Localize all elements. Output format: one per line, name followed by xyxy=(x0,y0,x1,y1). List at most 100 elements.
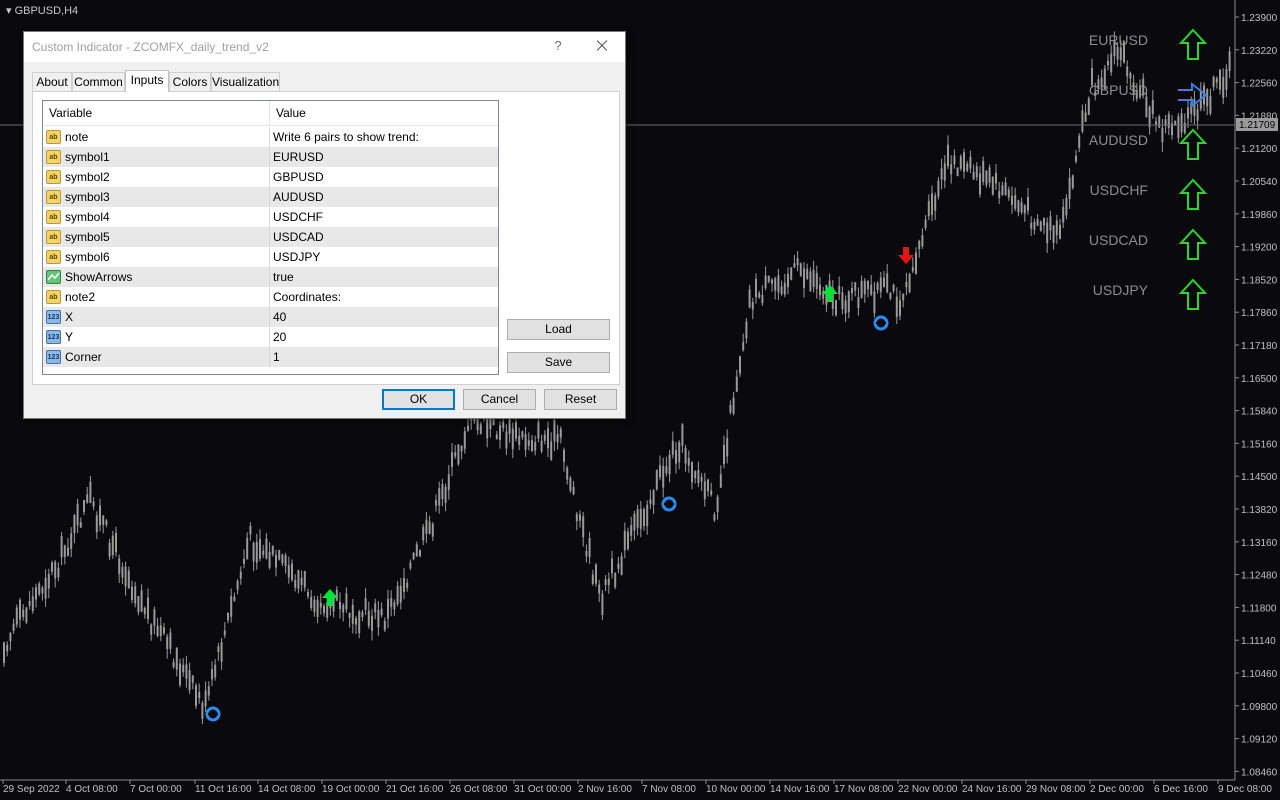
input-row-showarrows[interactable]: ShowArrows true xyxy=(43,267,498,287)
close-button[interactable] xyxy=(590,36,614,56)
input-value[interactable]: USDCAD xyxy=(273,227,324,247)
input-row-symbol4[interactable]: ab symbol4 USDCHF xyxy=(43,207,498,227)
tab-visualization[interactable]: Visualization xyxy=(211,72,280,92)
price-tick-label: 1.15160 xyxy=(1241,439,1278,450)
time-tick-label: 7 Nov 08:00 xyxy=(642,784,696,795)
price-tick-label: 1.11140 xyxy=(1241,636,1276,647)
input-variable-name: symbol6 xyxy=(65,250,110,264)
input-value[interactable]: Write 6 pairs to show trend: xyxy=(273,127,419,147)
load-button[interactable]: Load xyxy=(507,319,610,340)
input-value[interactable]: USDJPY xyxy=(273,247,320,267)
input-value[interactable]: EURUSD xyxy=(273,147,324,167)
time-tick-label: 14 Oct 08:00 xyxy=(258,784,316,795)
input-value[interactable]: Coordinates: xyxy=(273,287,341,307)
time-tick-label: 11 Oct 16:00 xyxy=(195,784,252,795)
dialog-titlebar[interactable]: Custom Indicator - ZCOMFX_daily_trend_v2… xyxy=(24,32,625,62)
trend-pair-label: USDCHF xyxy=(1089,182,1148,198)
input-variable-name: symbol1 xyxy=(65,150,110,164)
number-type-icon: 123 xyxy=(46,350,61,364)
reset-button[interactable]: Reset xyxy=(544,389,617,410)
input-row-symbol5[interactable]: ab symbol5 USDCAD xyxy=(43,227,498,247)
price-tick-label: 1.11800 xyxy=(1241,603,1277,614)
price-tick-label: 1.23220 xyxy=(1241,46,1278,57)
save-button[interactable]: Save xyxy=(507,352,610,373)
input-row-y[interactable]: 123 Y 20 xyxy=(43,327,498,347)
string-type-icon: ab xyxy=(46,210,61,224)
input-value[interactable]: 40 xyxy=(273,307,286,327)
grid-header: Variable Value xyxy=(43,101,498,126)
input-row-symbol6[interactable]: ab symbol6 USDJPY xyxy=(43,247,498,267)
input-variable-name: ShowArrows xyxy=(65,270,133,284)
input-variable-name: note2 xyxy=(65,290,96,304)
time-tick-label: 19 Oct 00:00 xyxy=(322,784,380,795)
input-row-symbol3[interactable]: ab symbol3 AUDUSD xyxy=(43,187,498,207)
trend-right-arrow-icon xyxy=(1178,81,1208,109)
price-tick-label: 1.10460 xyxy=(1241,669,1278,680)
price-tick-label: 1.20540 xyxy=(1241,177,1278,188)
price-tick-label: 1.12480 xyxy=(1241,571,1278,582)
input-value[interactable]: true xyxy=(273,267,294,287)
trend-up-arrow-icon xyxy=(1178,178,1208,210)
time-tick-label: 17 Nov 08:00 xyxy=(834,784,894,795)
input-row-x[interactable]: 123 X 40 xyxy=(43,307,498,327)
trend-pair-label: EURUSD xyxy=(1088,32,1148,48)
price-tick-label: 1.21200 xyxy=(1241,144,1278,155)
chart-symbol-text: GBPUSD,H4 xyxy=(14,5,79,17)
time-tick-label: 24 Nov 16:00 xyxy=(962,784,1022,795)
column-header-variable[interactable]: Variable xyxy=(43,101,92,126)
input-row-symbol1[interactable]: ab symbol1 EURUSD xyxy=(43,147,498,167)
input-value[interactable]: GBPUSD xyxy=(273,167,324,187)
trend-pair-label: USDJPY xyxy=(1092,282,1148,298)
column-header-value[interactable]: Value xyxy=(270,101,306,126)
time-tick-label: 14 Nov 16:00 xyxy=(770,784,830,795)
input-value[interactable]: USDCHF xyxy=(273,207,323,227)
trend-up-arrow-icon xyxy=(1178,278,1208,310)
price-tick-label: 1.13160 xyxy=(1241,538,1278,549)
price-tick-label: 1.13820 xyxy=(1241,505,1278,516)
tab-inputs[interactable]: Inputs xyxy=(125,70,169,92)
sell-arrow-icon xyxy=(898,247,914,264)
ok-button[interactable]: OK xyxy=(382,389,455,410)
trend-item-audusd: AUDUSD xyxy=(1088,128,1210,168)
trend-item-usdjpy: USDJPY xyxy=(1090,278,1210,318)
price-axis: 1.239001.232201.225601.218801.212001.205… xyxy=(1234,0,1278,780)
input-row-symbol2[interactable]: ab symbol2 GBPUSD xyxy=(43,167,498,187)
inputs-grid: Variable Value ab note Write 6 pairs to sh… xyxy=(42,100,499,375)
input-variable-name: symbol2 xyxy=(65,170,110,184)
help-button[interactable]: ? xyxy=(551,36,565,56)
tab-about[interactable]: About xyxy=(32,72,72,92)
price-tick-label: 1.15840 xyxy=(1241,407,1278,418)
input-row-note[interactable]: ab note Write 6 pairs to show trend: xyxy=(43,127,498,147)
trend-pair-label: AUDUSD xyxy=(1088,132,1148,148)
tab-common[interactable]: Common xyxy=(72,72,125,92)
input-row-note2[interactable]: ab note2 Coordinates: xyxy=(43,287,498,307)
string-type-icon: ab xyxy=(46,130,61,144)
time-tick-label: 9 Dec 08:00 xyxy=(1218,784,1272,795)
price-tick-label: 1.19860 xyxy=(1241,210,1278,221)
price-tick-label: 1.17180 xyxy=(1241,341,1278,352)
cancel-button[interactable]: Cancel xyxy=(463,389,536,410)
time-tick-label: 4 Oct 08:00 xyxy=(66,784,118,795)
string-type-icon: ab xyxy=(46,290,61,304)
time-axis: 29 Sep 2022 4 Oct 08:00 7 Oct 00:00 11 Oct … xyxy=(0,779,1272,795)
input-row-corner[interactable]: 123 Corner 1 xyxy=(43,347,498,367)
time-tick-label: 2 Dec 00:00 xyxy=(1090,784,1144,795)
price-tick-label: 1.09800 xyxy=(1241,702,1278,713)
string-type-icon: ab xyxy=(46,150,61,164)
inputs-panel: Variable Value ab note Write 6 pairs to sh… xyxy=(32,91,620,385)
price-tick-label: 1.23900 xyxy=(1241,13,1278,24)
input-value[interactable]: AUDUSD xyxy=(273,187,324,207)
string-type-icon: ab xyxy=(46,170,61,184)
chart-symbol-label: ▾ GBPUSD,H4 xyxy=(6,5,79,17)
time-tick-label: 31 Oct 00:00 xyxy=(514,784,572,795)
input-variable-name: Y xyxy=(65,330,74,344)
trend-item-gbpusd: GBPUSD xyxy=(1089,78,1210,118)
trend-item-usdchf: USDCHF xyxy=(1090,178,1210,218)
input-value[interactable]: 20 xyxy=(273,327,286,347)
tab-colors[interactable]: Colors xyxy=(169,72,211,92)
string-type-icon: ab xyxy=(46,250,61,264)
trend-up-arrow-icon xyxy=(1178,128,1208,160)
input-value[interactable]: 1 xyxy=(273,347,280,367)
string-type-icon: ab xyxy=(46,190,61,204)
buy-arrow-icon xyxy=(322,589,338,606)
